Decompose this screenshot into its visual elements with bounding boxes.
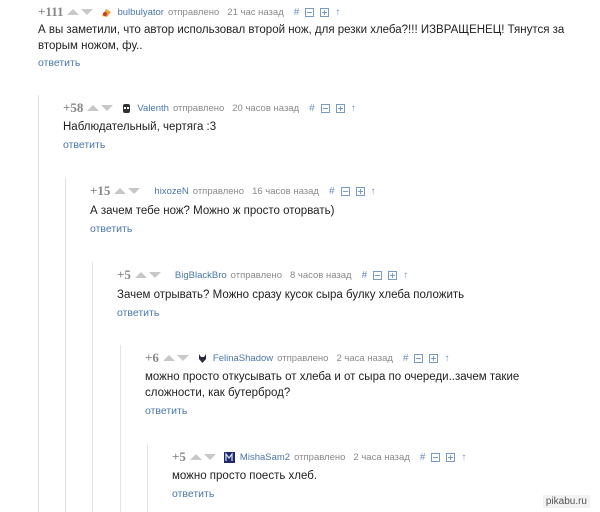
collapse-icon[interactable] xyxy=(305,7,315,17)
thread-line[interactable] xyxy=(92,262,93,512)
parent-arrow-icon[interactable]: ↑ xyxy=(371,186,376,197)
reply-link[interactable]: ответить xyxy=(172,488,214,500)
site-watermark: pikabu.ru xyxy=(542,495,590,508)
thread-line[interactable] xyxy=(38,95,39,512)
comment-time: 8 часов назад xyxy=(290,269,352,281)
comment-rating: +111 xyxy=(38,4,64,19)
comment-text: Наблюдательный, чертяга :3 xyxy=(63,121,217,133)
comment-rating: +6 xyxy=(145,350,159,365)
expand-icon[interactable] xyxy=(335,103,345,113)
comment-time: 16 часов назад xyxy=(252,185,319,197)
reply-link[interactable]: ответить xyxy=(38,57,80,69)
permalink-icon[interactable]: # xyxy=(329,186,335,197)
comment-header: +58 Valenth отправлено 20 часов назад # … xyxy=(63,99,362,117)
permalink-icon[interactable]: # xyxy=(294,7,300,18)
vote-up-icon[interactable] xyxy=(189,454,202,460)
reply-link[interactable]: ответить xyxy=(145,405,187,417)
avatar-icon xyxy=(223,451,235,463)
permalink-icon[interactable]: # xyxy=(309,103,315,114)
comment-time: 20 часов назад xyxy=(232,102,300,114)
vote-up-icon[interactable] xyxy=(67,9,80,15)
avatar-icon xyxy=(101,7,112,18)
comment-6: +5 MishaSam2 отправлено 2 часа назад # ↑… xyxy=(147,445,600,512)
vote-down-icon[interactable] xyxy=(176,355,189,361)
thread-line[interactable] xyxy=(65,178,66,512)
sent-label: отправлено xyxy=(277,352,329,364)
vote-down-icon[interactable] xyxy=(128,188,141,194)
parent-arrow-icon[interactable]: ↑ xyxy=(351,103,356,114)
author-link[interactable]: FelinaShadow xyxy=(213,353,273,364)
parent-arrow-icon[interactable]: ↑ xyxy=(461,452,466,463)
avatar-icon xyxy=(197,353,208,364)
permalink-icon[interactable]: # xyxy=(362,270,368,281)
sent-label: отправлено xyxy=(172,102,225,114)
comment-text: А вы заметили, что автор использовал вто… xyxy=(38,24,565,52)
comment-header: +15 hixozeN отправлено 16 часов назад # … xyxy=(90,182,382,200)
parent-arrow-icon[interactable]: ↑ xyxy=(444,353,449,364)
vote-down-icon[interactable] xyxy=(148,272,161,278)
vote-up-icon[interactable] xyxy=(87,105,100,111)
comment-header: +6 FelinaShadow отправлено 2 часа назад … xyxy=(145,349,455,367)
vote-down-icon[interactable] xyxy=(203,454,216,460)
author-link[interactable]: MishaSam2 xyxy=(240,452,290,463)
expand-icon[interactable] xyxy=(355,186,365,196)
thread-line[interactable] xyxy=(120,345,121,512)
sent-label: отправлено xyxy=(294,451,346,463)
sent-label: отправлено xyxy=(192,185,245,197)
expand-icon[interactable] xyxy=(388,270,398,280)
comment-header: +5 MishaSam2 отправлено 2 часа назад # ↑ xyxy=(172,448,472,466)
reply-link[interactable]: ответить xyxy=(117,307,159,319)
comment-text: можно просто поесть хлеб. xyxy=(172,470,318,482)
comment-text: Зачем отрывать? Можно сразу кусок сыра б… xyxy=(117,289,465,301)
collapse-icon[interactable] xyxy=(373,270,383,280)
reply-link[interactable]: ответить xyxy=(90,223,132,235)
sent-label: отправлено xyxy=(167,6,220,18)
author-link[interactable]: BigBlackBro xyxy=(175,270,227,281)
comment-text: А зачем тебе нож? Можно ж просто оторват… xyxy=(90,205,335,217)
comment-rating: +15 xyxy=(90,183,111,198)
thread-line[interactable] xyxy=(147,445,148,512)
vote-down-icon[interactable] xyxy=(81,9,94,15)
sent-label: отправлено xyxy=(230,269,282,281)
comment-time: 2 часа назад xyxy=(353,451,410,463)
comment-text: можно просто откусывать от хлеба и от сы… xyxy=(145,371,520,399)
comment-1: +111 bulbulyator отправлено 21 час назад… xyxy=(38,0,600,80)
author-link[interactable]: bulbulyator xyxy=(117,7,163,18)
vote-up-icon[interactable] xyxy=(114,188,127,194)
comment-rating: +5 xyxy=(172,449,186,464)
permalink-icon[interactable]: # xyxy=(420,452,426,463)
parent-arrow-icon[interactable]: ↑ xyxy=(403,270,408,281)
collapse-icon[interactable] xyxy=(414,353,424,363)
collapse-icon[interactable] xyxy=(320,103,330,113)
collapse-icon[interactable] xyxy=(431,452,441,462)
collapse-icon[interactable] xyxy=(340,186,350,196)
expand-icon[interactable] xyxy=(320,7,330,17)
comment-rating: +5 xyxy=(117,267,131,282)
comment-time: 2 часа назад xyxy=(336,352,393,364)
vote-up-icon[interactable] xyxy=(162,355,175,361)
comment-rating: +58 xyxy=(63,100,84,115)
comment-header: +111 bulbulyator отправлено 21 час назад… xyxy=(38,3,346,21)
avatar-icon xyxy=(121,103,132,114)
expand-icon[interactable] xyxy=(429,353,439,363)
comment-header: +5 BigBlackBro отправлено 8 часов назад … xyxy=(117,266,414,284)
author-link[interactable]: hixozeN xyxy=(154,186,188,197)
parent-arrow-icon[interactable]: ↑ xyxy=(335,7,340,18)
comment-time: 21 час назад xyxy=(227,6,284,18)
reply-link[interactable]: ответить xyxy=(63,139,105,151)
vote-down-icon[interactable] xyxy=(101,105,114,111)
permalink-icon[interactable]: # xyxy=(403,353,409,364)
vote-up-icon[interactable] xyxy=(134,272,147,278)
author-link[interactable]: Valenth xyxy=(137,103,169,114)
expand-icon[interactable] xyxy=(446,452,456,462)
